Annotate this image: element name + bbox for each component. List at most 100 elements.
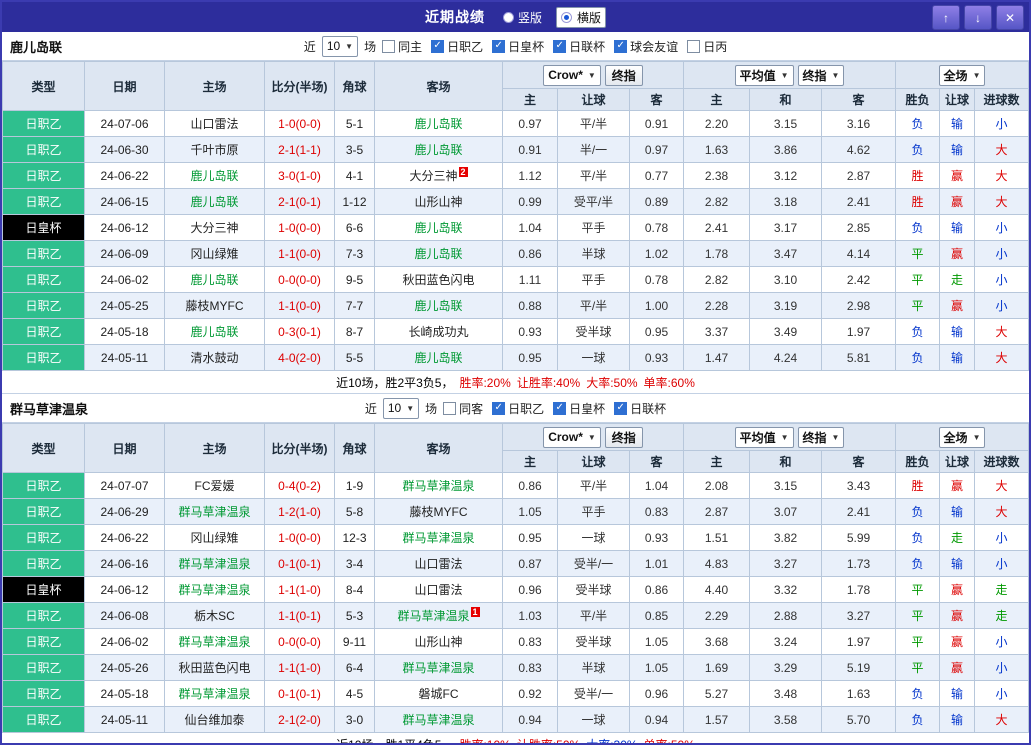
avg-away: 3.16 xyxy=(821,110,897,137)
scope-select[interactable]: 全场 ▼ xyxy=(938,426,986,448)
team-name[interactable]: 鹿儿岛联 xyxy=(190,273,238,287)
team-name[interactable]: 群马草津温泉 xyxy=(397,609,469,623)
scroll-up-button[interactable]: ↑ xyxy=(932,5,960,30)
chevron-down-icon: ▼ xyxy=(345,41,354,51)
checkbox-unchecked-icon[interactable] xyxy=(687,39,701,53)
team-name[interactable]: 鹿儿岛联 xyxy=(414,221,462,235)
result-handicap: 输 xyxy=(939,136,976,163)
team-name[interactable]: 鹿儿岛联 xyxy=(414,351,462,365)
team-name[interactable]: 大分三神 xyxy=(409,169,457,183)
league-type-cell: 日职乙 xyxy=(2,162,85,189)
near-label: 近 xyxy=(303,39,316,54)
team-name[interactable]: 山形山神 xyxy=(414,195,462,209)
team-name[interactable]: 栃木SC xyxy=(194,609,235,623)
odds-away: 1.04 xyxy=(628,472,685,499)
team-name[interactable]: 鹿儿岛联 xyxy=(414,247,462,261)
filter-checkbox[interactable]: ✓ 日联杯 xyxy=(553,38,605,55)
league-type-cell: 日职乙 xyxy=(2,110,85,137)
team-name[interactable]: 冈山绿雉 xyxy=(190,531,238,545)
score-cell: 4-0(2-0) xyxy=(264,344,335,371)
checkbox-checked-icon[interactable]: ✓ xyxy=(614,401,628,415)
result-winloss: 胜 xyxy=(895,472,941,499)
team-name[interactable]: 群马草津温泉 xyxy=(402,713,474,727)
team-name[interactable]: 磐城FC xyxy=(419,687,459,701)
layout-radio[interactable]: 横版 xyxy=(556,6,607,28)
filter-checkbox[interactable]: 同主 xyxy=(382,38,422,55)
odds-source-select[interactable]: Crow* ▼ xyxy=(543,64,601,86)
average-select[interactable]: 平均值 ▼ xyxy=(734,64,794,86)
team-name[interactable]: 大分三神 xyxy=(190,221,238,235)
team-name[interactable]: 秋田蓝色闪电 xyxy=(402,273,474,287)
team-name[interactable]: 千叶市原 xyxy=(190,143,238,157)
team-name[interactable]: 长崎成功丸 xyxy=(408,325,468,339)
radio-selected-icon[interactable] xyxy=(561,11,572,23)
team-name[interactable]: 山口雷法 xyxy=(414,557,462,571)
team-name[interactable]: 鹿儿岛联 xyxy=(414,299,462,313)
average-final-select[interactable]: 终指 ▼ xyxy=(797,426,845,448)
match-count-select[interactable]: 10 ▼ xyxy=(321,35,359,57)
league-type-cell: 日职乙 xyxy=(2,292,85,319)
team-name[interactable]: 群马草津温泉 xyxy=(402,661,474,675)
filter-checkbox[interactable]: ✓ 日联杯 xyxy=(614,400,666,417)
radio-icon[interactable] xyxy=(502,11,514,23)
col-header-date: 日期 xyxy=(84,61,165,111)
average-select[interactable]: 平均值 ▼ xyxy=(734,426,794,448)
checkbox-unchecked-icon[interactable] xyxy=(443,401,457,415)
checkbox-checked-icon[interactable]: ✓ xyxy=(431,39,445,53)
team-name[interactable]: 群马草津温泉 xyxy=(178,557,250,571)
odds-source-select[interactable]: Crow* ▼ xyxy=(543,426,601,448)
team-name[interactable]: 群马草津温泉 xyxy=(402,531,474,545)
average-group-header: 平均值 ▼ 终指 ▼ xyxy=(683,61,897,89)
checkbox-checked-icon[interactable]: ✓ xyxy=(492,39,506,53)
filter-checkbox[interactable]: ✓ 球会友谊 xyxy=(614,38,678,55)
team-name[interactable]: 鹿儿岛联 xyxy=(414,117,462,131)
team-name[interactable]: 鹿儿岛联 xyxy=(414,143,462,157)
filter-checkbox[interactable]: 同客 xyxy=(443,400,483,417)
chevron-down-icon: ▼ xyxy=(780,70,789,80)
corner-cell: 9-5 xyxy=(334,266,375,293)
team-name[interactable]: 藤枝MYFC xyxy=(410,505,468,519)
match-count-select[interactable]: 10 ▼ xyxy=(382,397,420,419)
result-handicap: 赢 xyxy=(939,240,976,267)
team-name[interactable]: 群马草津温泉 xyxy=(178,635,250,649)
team-name[interactable]: 鹿儿岛联 xyxy=(190,169,238,183)
team-name[interactable]: 群马草津温泉 xyxy=(402,479,474,493)
team-name[interactable]: 群马草津温泉 xyxy=(178,505,250,519)
team-name[interactable]: 山口雷法 xyxy=(414,583,462,597)
filter-checkbox[interactable]: ✓ 日职乙 xyxy=(431,38,483,55)
team-name[interactable]: 山口雷法 xyxy=(190,117,238,131)
team-name[interactable]: 群马草津温泉 xyxy=(178,583,250,597)
avg-draw: 3.10 xyxy=(749,266,823,293)
layout-radio[interactable]: 竖版 xyxy=(502,9,542,26)
filter-checkbox[interactable]: ✓ 日皇杯 xyxy=(553,400,605,417)
filter-checkbox[interactable]: ✓ 日职乙 xyxy=(492,400,544,417)
scope-select[interactable]: 全场 ▼ xyxy=(938,64,986,86)
team-name[interactable]: 鹿儿岛联 xyxy=(190,325,238,339)
filter-checkbox[interactable]: ✓ 日皇杯 xyxy=(492,38,544,55)
checkbox-checked-icon[interactable]: ✓ xyxy=(553,39,567,53)
final-index-button[interactable]: 终指 xyxy=(604,64,643,86)
scroll-down-button[interactable]: ↓ xyxy=(964,5,992,30)
team-name[interactable]: 冈山绿雉 xyxy=(190,247,238,261)
team-name[interactable]: 清水鼓动 xyxy=(190,351,238,365)
team-name[interactable]: FC爱媛 xyxy=(195,479,235,493)
team-name[interactable]: 山形山神 xyxy=(414,635,462,649)
result-handicap: 输 xyxy=(939,706,976,733)
match-row: 日职乙 24-05-18 群马草津温泉 0-1(0-1) 4-5 磐城FC 0.… xyxy=(2,680,1029,707)
team-name[interactable]: 群马草津温泉 xyxy=(178,687,250,701)
corner-cell: 8-4 xyxy=(334,576,375,603)
close-button[interactable]: ✕ xyxy=(996,5,1024,30)
checkbox-checked-icon[interactable]: ✓ xyxy=(492,401,506,415)
average-final-select[interactable]: 终指 ▼ xyxy=(797,64,845,86)
sub-col-header: 客 xyxy=(628,88,685,111)
final-index-button[interactable]: 终指 xyxy=(604,426,643,448)
odds-handicap: 平/半 xyxy=(557,472,630,499)
filter-checkbox[interactable]: 日丙 xyxy=(687,38,727,55)
checkbox-unchecked-icon[interactable] xyxy=(382,39,396,53)
team-name[interactable]: 藤枝MYFC xyxy=(186,299,244,313)
team-name[interactable]: 鹿儿岛联 xyxy=(190,195,238,209)
checkbox-checked-icon[interactable]: ✓ xyxy=(553,401,567,415)
checkbox-checked-icon[interactable]: ✓ xyxy=(614,39,628,53)
team-name[interactable]: 秋田蓝色闪电 xyxy=(178,661,250,675)
team-name[interactable]: 仙台维加泰 xyxy=(184,713,244,727)
